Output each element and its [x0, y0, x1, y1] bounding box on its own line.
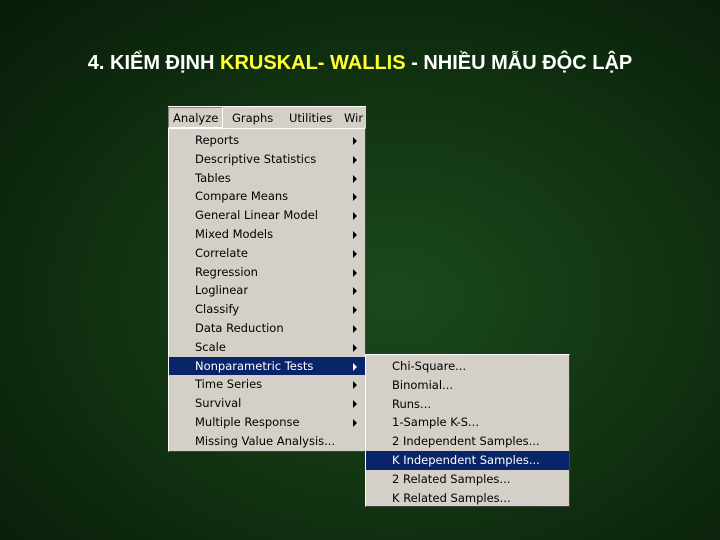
submenu-arrow-icon	[353, 287, 357, 296]
analyze-menu: Reports Descriptive Statistics Tables Co…	[168, 128, 366, 452]
submenu-arrow-icon	[353, 418, 357, 427]
submenu-arrow-icon	[353, 343, 357, 352]
menu-item-label: Time Series	[195, 377, 263, 392]
menu-analyze[interactable]: Analyze	[168, 107, 224, 128]
menu-item-label: Multiple Response	[195, 414, 300, 429]
menu-item-label: Regression	[195, 264, 258, 279]
menu-utilities[interactable]: Utilities	[289, 109, 332, 127]
menu-item-label: 1-Sample K-S...	[392, 415, 479, 430]
submenu-arrow-icon	[353, 381, 357, 390]
menu-item-label: Nonparametric Tests	[195, 358, 314, 373]
submenu-arrow-icon	[353, 268, 357, 277]
menu-item-label: Missing Value Analysis...	[195, 433, 336, 448]
menu-item-scale[interactable]: Scale	[169, 338, 365, 357]
menu-item-label: General Linear Model	[195, 208, 318, 223]
submenu-arrow-icon	[353, 212, 357, 221]
menu-item-missing-value-analysis[interactable]: Missing Value Analysis...	[169, 432, 365, 451]
menu-item-label: K Independent Samples...	[392, 452, 540, 467]
title-suffix: - NHIỀU MẪU ĐỘC LẬP	[405, 52, 633, 74]
menu-item-label: Mixed Models	[195, 226, 274, 241]
menu-item-label: Classify	[195, 302, 240, 317]
submenu-item-binomial[interactable]: Binomial...	[366, 376, 569, 395]
menu-item-label: Loglinear	[195, 283, 249, 298]
submenu-arrow-icon	[353, 230, 357, 239]
menu-item-label: Runs...	[392, 396, 432, 411]
submenu-item-k-independent-samples[interactable]: K Independent Samples...	[366, 450, 569, 470]
menu-item-loglinear[interactable]: Loglinear	[169, 281, 365, 300]
menu-item-time-series[interactable]: Time Series	[169, 375, 365, 394]
submenu-arrow-icon	[353, 193, 357, 202]
menu-item-reports[interactable]: Reports	[169, 131, 365, 150]
submenu-item-k-related-samples[interactable]: K Related Samples...	[366, 489, 569, 508]
menu-item-label: K Related Samples...	[392, 490, 511, 505]
menu-graphs[interactable]: Graphs	[232, 109, 273, 127]
submenu-arrow-icon	[353, 362, 357, 371]
menu-item-label: Data Reduction	[195, 320, 284, 335]
submenu-arrow-icon	[353, 249, 357, 258]
nonparametric-submenu: Chi-Square... Binomial... Runs... 1-Samp…	[365, 354, 570, 507]
menu-item-label: Correlate	[195, 245, 248, 260]
submenu-arrow-icon	[353, 137, 357, 145]
menu-item-label: 2 Independent Samples...	[392, 434, 540, 449]
title-highlight: KRUSKAL- WALLIS	[220, 52, 406, 74]
submenu-item-2-related-samples[interactable]: 2 Related Samples...	[366, 470, 569, 489]
submenu-arrow-icon	[353, 174, 357, 183]
menu-item-label: Compare Means	[195, 189, 289, 204]
menu-item-correlate[interactable]: Correlate	[169, 244, 365, 263]
menu-window[interactable]: Wir	[344, 109, 363, 127]
menu-item-label: Chi-Square...	[392, 359, 467, 373]
menu-item-general-linear-model[interactable]: General Linear Model	[169, 206, 365, 225]
submenu-item-chi-square[interactable]: Chi-Square...	[366, 357, 569, 376]
menu-item-classify[interactable]: Classify	[169, 300, 365, 319]
menu-item-label: Binomial...	[392, 377, 454, 392]
submenu-item-runs[interactable]: Runs...	[366, 395, 569, 414]
submenu-arrow-icon	[353, 155, 357, 164]
menu-item-label: Tables	[195, 170, 231, 185]
menu-bar: Analyze Graphs Utilities Wir	[168, 106, 366, 129]
menu-item-label: Survival	[195, 396, 242, 411]
submenu-arrow-icon	[353, 324, 357, 333]
menu-item-tables[interactable]: Tables	[169, 169, 365, 188]
menu-item-descriptive-statistics[interactable]: Descriptive Statistics	[169, 150, 365, 169]
title-prefix: 4. KIỂM ĐỊNH	[87, 52, 221, 74]
submenu-arrow-icon	[353, 306, 357, 315]
menu-item-regression[interactable]: Regression	[169, 263, 365, 282]
menu-item-multiple-response[interactable]: Multiple Response	[169, 413, 365, 432]
slide-title: 4. KIỂM ĐỊNH KRUSKAL- WALLIS - NHIỀU MẪU…	[0, 52, 720, 75]
menu-item-label: Scale	[195, 339, 226, 354]
submenu-arrow-icon	[353, 400, 357, 409]
menu-item-survival[interactable]: Survival	[169, 394, 365, 413]
menu-item-compare-means[interactable]: Compare Means	[169, 187, 365, 206]
menu-item-data-reduction[interactable]: Data Reduction	[169, 319, 365, 338]
menu-item-label: 2 Related Samples...	[392, 471, 511, 486]
menu-item-mixed-models[interactable]: Mixed Models	[169, 225, 365, 244]
menu-item-label: Descriptive Statistics	[195, 151, 317, 166]
menu-item-nonparametric-tests[interactable]: Nonparametric Tests	[169, 356, 365, 376]
submenu-item-2-independent-samples[interactable]: 2 Independent Samples...	[366, 432, 569, 451]
menu-item-label: Reports	[195, 133, 240, 147]
submenu-item-1-sample-ks[interactable]: 1-Sample K-S...	[366, 413, 569, 432]
